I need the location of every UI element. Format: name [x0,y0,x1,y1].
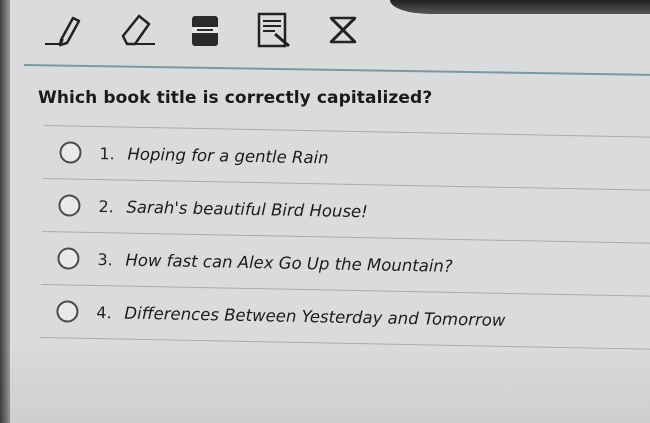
close-tool-button[interactable] [320,8,366,52]
pencil-tool-button[interactable] [40,8,86,52]
option-number: 1. [99,143,115,163]
close-icon [329,16,357,44]
radio-button-3[interactable] [57,247,80,270]
option-number: 3. [97,249,113,269]
eraser-icon [121,14,155,46]
screen-bezel-left [0,0,10,423]
answer-option-4[interactable]: 4. Differences Between Yesterday and Tom… [39,283,650,350]
option-label: Sarah's beautiful Bird House! [126,197,368,221]
answer-options: 1. Hoping for a gentle Rain 2. Sarah's b… [39,125,650,350]
radio-button-4[interactable] [56,300,79,323]
question-text: Which book title is correctly capitalize… [38,88,433,108]
toolbar [10,0,650,76]
option-label: Differences Between Yesterday and Tomorr… [124,303,506,330]
lighting-shade [0,340,650,423]
radio-button-2[interactable] [58,194,81,217]
option-label: Hoping for a gentle Rain [127,144,329,167]
notes-tool-button[interactable] [250,8,296,52]
highlighter-icon [192,16,218,46]
eraser-tool-button[interactable] [114,8,160,52]
option-label: How fast can Alex Go Up the Mountain? [125,250,453,276]
notes-icon [257,12,290,48]
pencil-icon [45,16,81,47]
option-number: 4. [96,302,112,322]
option-number: 2. [98,196,114,216]
radio-button-1[interactable] [59,141,82,164]
highlighter-tool-button[interactable] [182,8,228,52]
toolbar-divider [23,64,650,76]
